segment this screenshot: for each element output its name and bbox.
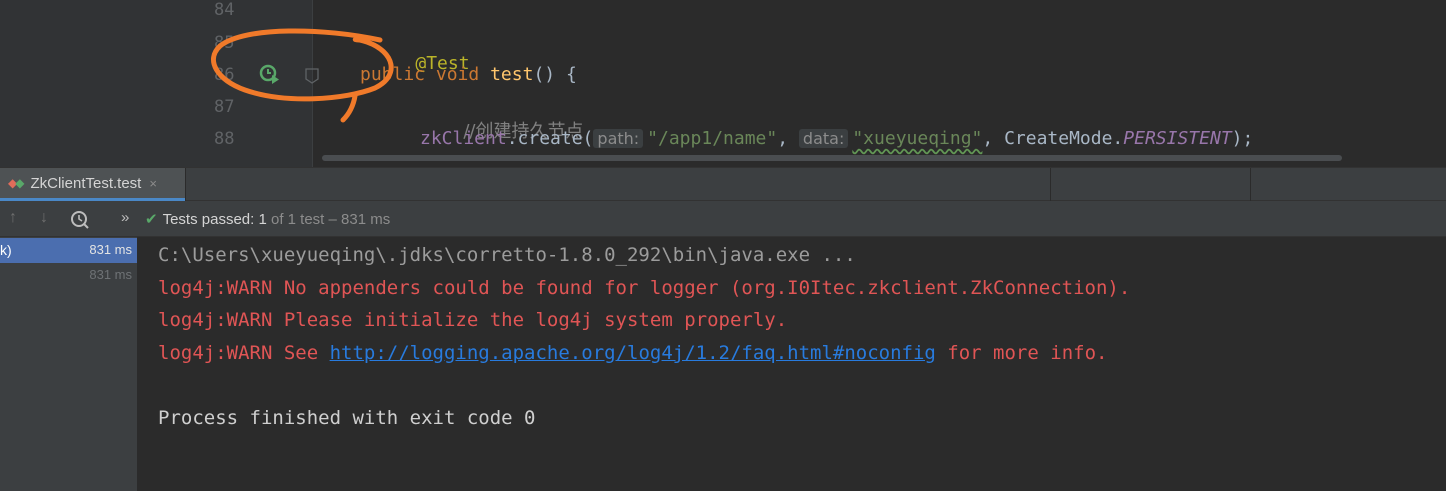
code-token: () {: [533, 64, 577, 85]
test-results-tree: k) 831 ms 831 ms: [0, 237, 138, 491]
line-number: 85: [214, 33, 235, 53]
code-token: .create(: [506, 128, 594, 149]
code-token: );: [1231, 128, 1254, 149]
line-number: 86: [214, 65, 235, 85]
tab-run-configuration[interactable]: ◆ ◆ ZkClientTest.test ×: [0, 168, 185, 201]
test-duration: 831 ms: [89, 242, 132, 257]
previous-failed-test-icon[interactable]: ↑: [9, 209, 17, 227]
test-status: ✔ Tests passed: 1 of 1 test – 831 ms: [145, 210, 390, 228]
string-token: "xueyueqing": [852, 128, 983, 149]
method-name-token: test: [490, 64, 534, 85]
check-icon: ✔: [145, 211, 158, 228]
expand-toolbar-icon[interactable]: »: [121, 209, 129, 226]
run-console-output[interactable]: C:\Users\xueyueqing\.jdks\corretto-1.8.0…: [139, 237, 1446, 491]
console-exit-line: Process finished with exit code 0: [158, 407, 536, 429]
parameter-hint: path:: [593, 129, 644, 148]
console-text: log4j:WARN See: [158, 342, 330, 364]
console-warn-line: log4j:WARN See http://logging.apache.org…: [158, 342, 1107, 364]
test-tree-row[interactable]: k) 831 ms: [0, 238, 137, 263]
test-duration: 831 ms: [89, 267, 132, 282]
receiver-token: zkClient: [420, 128, 507, 149]
divider: [1250, 168, 1251, 201]
test-runner-toolbar: ↑ ↓ » ✔ Tests passed: 1 of 1 test – 831 m…: [0, 201, 1446, 237]
enum-token: PERSISTENT: [1123, 128, 1232, 149]
fold-marker-icon[interactable]: [305, 68, 319, 84]
code-line-86: public void test() {: [360, 64, 577, 85]
line-number: 88: [214, 129, 235, 149]
divider: [1050, 168, 1051, 201]
keyword-token: public: [360, 64, 426, 85]
run-tool-window-tabs: ◆ ◆ ZkClientTest.test ×: [0, 167, 1446, 201]
status-suffix: of 1 test – 831 ms: [266, 211, 391, 228]
tab-label: ZkClientTest.test: [30, 174, 142, 192]
code-editor[interactable]: 84 85 86 87 88 @Test public void test() …: [0, 0, 1446, 167]
editor-gutter: 84 85 86 87 88: [198, 0, 319, 167]
run-config-icon: ◆: [15, 176, 25, 190]
run-test-gutter-icon[interactable]: [258, 63, 280, 85]
horizontal-scrollbar[interactable]: [322, 155, 1342, 161]
code-token: , CreateMode.: [982, 128, 1124, 149]
test-history-icon[interactable]: [70, 210, 90, 230]
string-token: "/app1/name": [647, 128, 778, 149]
code-line-88: zkClient.create(path: "/app1/name", data:…: [420, 128, 1253, 149]
line-number: 84: [214, 0, 235, 20]
console-command-line: C:\Users\xueyueqing\.jdks\corretto-1.8.0…: [158, 244, 856, 266]
test-tree-row[interactable]: 831 ms: [0, 263, 137, 288]
console-warn-line: log4j:WARN Please initialize the log4j s…: [158, 309, 788, 331]
next-failed-test-icon[interactable]: ↓: [40, 209, 48, 227]
passed-count: 1: [258, 211, 267, 228]
console-warn-line: log4j:WARN No appenders could be found f…: [158, 277, 1131, 299]
close-icon[interactable]: ×: [149, 176, 157, 191]
console-link[interactable]: http://logging.apache.org/log4j/1.2/faq.…: [330, 342, 936, 364]
code-token: ,: [777, 128, 789, 149]
parameter-hint: data:: [798, 129, 849, 148]
test-name: k): [0, 242, 12, 258]
divider: [185, 168, 186, 201]
console-text: for more info.: [935, 342, 1108, 364]
status-label: Tests passed:: [162, 211, 259, 228]
keyword-token: void: [435, 64, 480, 85]
line-number: 87: [214, 97, 235, 117]
editor-left-panel: [0, 0, 198, 167]
